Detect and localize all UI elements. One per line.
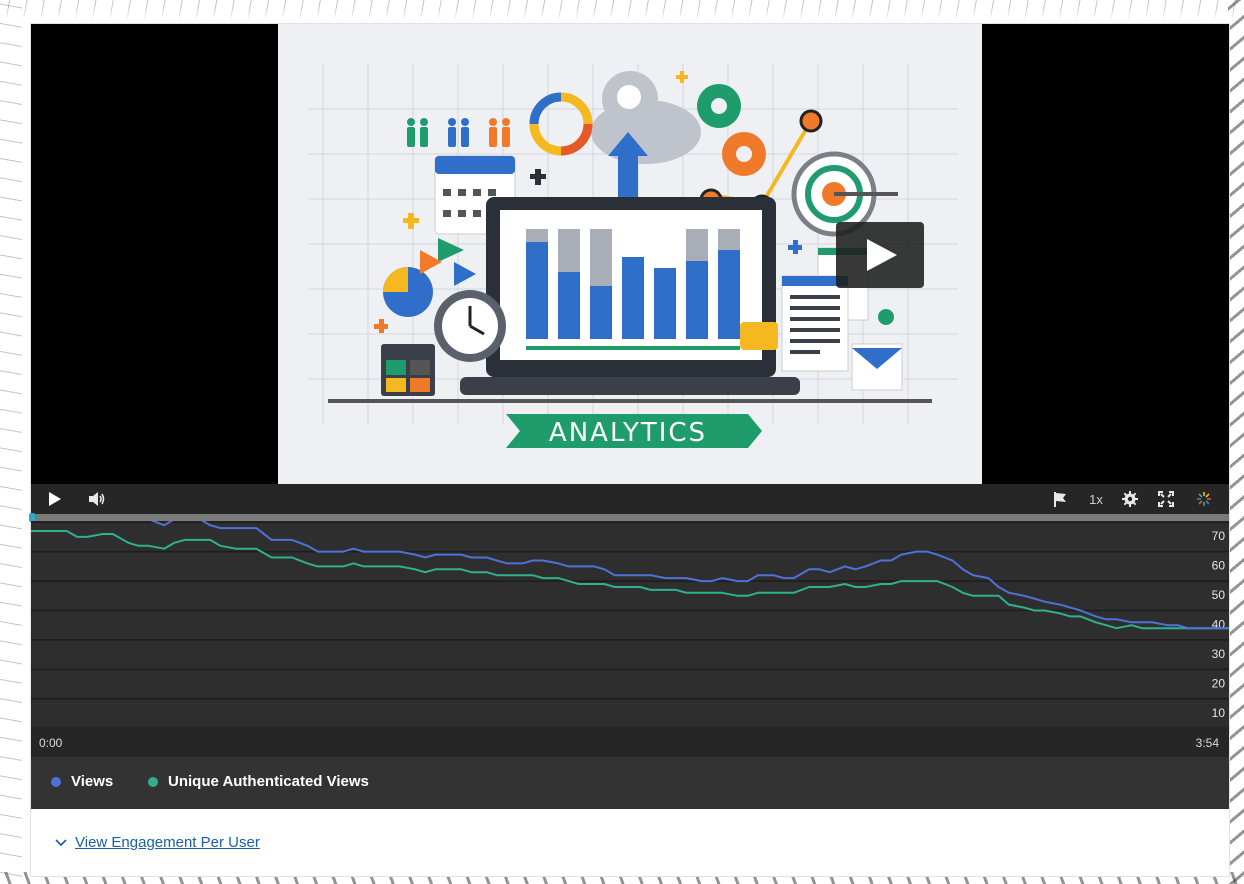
- series-line-unique-authenticated-views[interactable]: [31, 530, 1229, 630]
- analytics-card: ANALYTICS 1x 10 20 30 40 50 60 70 0:00 3…: [29, 24, 1229, 876]
- engagement-chart-svg: 10 20 30 40 50 60 70: [31, 521, 1229, 720]
- y-tick-label: 70: [1212, 529, 1226, 543]
- view-engagement-toggle[interactable]: View Engagement Per User: [55, 834, 260, 851]
- view-engagement-link[interactable]: View Engagement Per User: [75, 834, 260, 851]
- chevron-down-icon: [55, 834, 67, 851]
- y-tick-label: 50: [1212, 588, 1226, 602]
- legend-item-unique-views[interactable]: Unique Authenticated Views: [148, 773, 369, 790]
- time-start: 0:00: [39, 736, 63, 750]
- torn-edge-top: [0, 0, 1244, 22]
- page-frame: ANALYTICS 1x 10 20 30 40 50 60 70 0:00 3…: [0, 0, 1244, 884]
- legend-dot-unique-views: [148, 776, 158, 787]
- chart-time-axis: 0:00 3:54: [31, 727, 1229, 757]
- fullscreen-icon[interactable]: [1157, 489, 1175, 509]
- y-tick-label: 60: [1212, 559, 1226, 573]
- kaltura-burst-icon[interactable]: [1195, 489, 1213, 509]
- playback-progress-bar[interactable]: [29, 513, 1229, 522]
- video-thumbnail[interactable]: ANALYTICS: [278, 24, 982, 484]
- y-tick-label: 30: [1212, 647, 1226, 661]
- y-tick-label: 20: [1212, 676, 1226, 690]
- engagement-chart: 10 20 30 40 50 60 70: [31, 521, 1229, 727]
- legend-label-views: Views: [71, 773, 114, 790]
- legend-label-unique-views: Unique Authenticated Views: [168, 773, 369, 790]
- torn-edge-left: [0, 0, 22, 884]
- legend-dot-views: [51, 776, 61, 787]
- y-tick-label: 40: [1212, 618, 1226, 632]
- time-end: 3:54: [1195, 736, 1219, 750]
- flag-icon[interactable]: [1051, 489, 1069, 509]
- gear-icon[interactable]: [1121, 489, 1139, 509]
- play-icon[interactable]: [47, 489, 63, 509]
- chart-legend: Views Unique Authenticated Views: [31, 757, 1229, 809]
- thumbnail-caption: ANALYTICS: [549, 418, 707, 448]
- video-player[interactable]: ANALYTICS: [31, 24, 1229, 484]
- legend-item-views[interactable]: Views: [51, 773, 113, 790]
- playback-speed[interactable]: 1x: [1085, 489, 1107, 509]
- big-play-button[interactable]: [836, 222, 924, 288]
- player-control-bar: 1x: [31, 484, 1229, 514]
- volume-icon[interactable]: [87, 489, 107, 509]
- y-tick-label: 10: [1212, 706, 1226, 720]
- torn-edge-right: [1228, 0, 1244, 884]
